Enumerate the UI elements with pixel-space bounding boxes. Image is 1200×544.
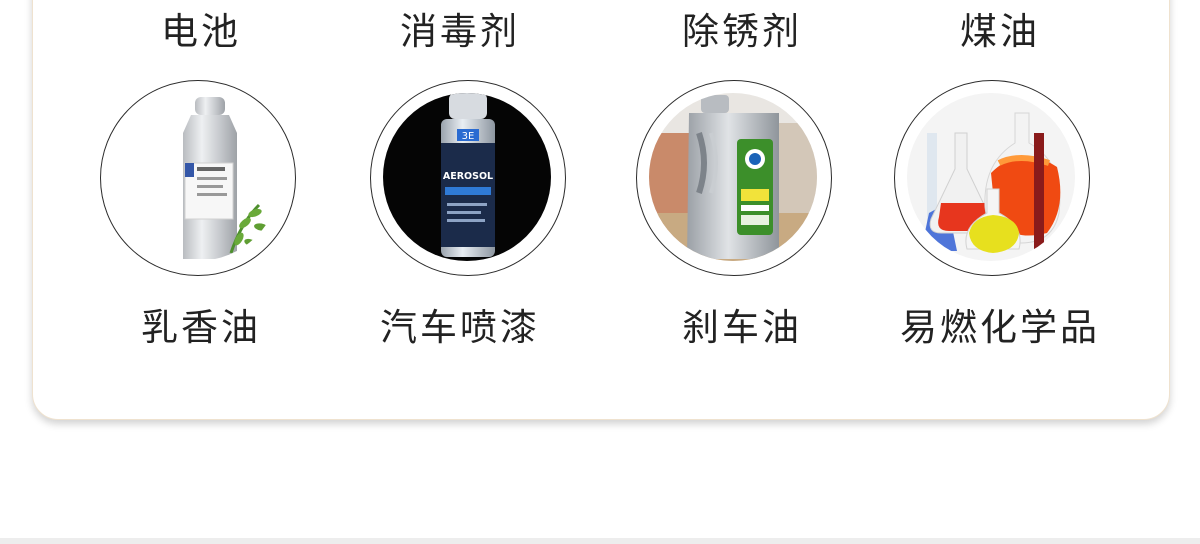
aerosol-can-image: 3E AEROSOL (383, 93, 551, 261)
footer-divider (0, 538, 1200, 544)
oil-jug-image (649, 93, 817, 261)
item-label-brake-fluid: 刹车油 (682, 306, 802, 349)
aluminum-bottle-image (113, 93, 281, 261)
item-label-rust-remover: 除锈剂 (682, 10, 802, 53)
item-label-kerosene: 煤油 (960, 10, 1040, 53)
item-label-frankincense-oil: 乳香油 (141, 306, 261, 349)
chemical-flasks-image (907, 93, 1075, 261)
item-image-frame-brake-fluid (636, 80, 832, 276)
item-image-frame-flammable-chemicals (894, 80, 1090, 276)
item-label-car-spray-paint: 汽车喷漆 (380, 306, 540, 349)
item-label-disinfectant: 消毒剂 (400, 10, 520, 53)
item-label-flammable-chemicals: 易燃化学品 (900, 306, 1100, 349)
item-image-frame-frankincense (100, 80, 296, 276)
item-label-battery: 电池 (161, 10, 241, 53)
aerosol-label-text: AEROSOL (443, 171, 493, 182)
aerosol-badge-text: 3E (462, 131, 475, 142)
item-image-frame-spray-paint: 3E AEROSOL (370, 80, 566, 276)
